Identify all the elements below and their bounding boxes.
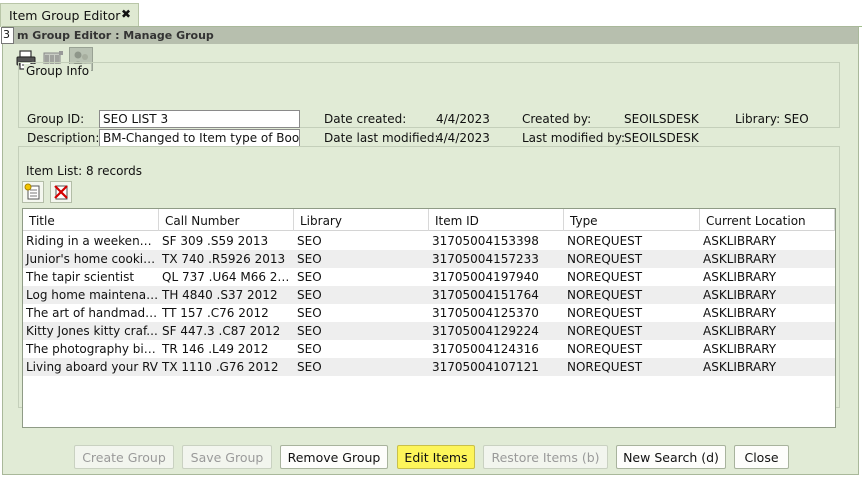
remove-item-button[interactable]: [50, 181, 72, 203]
cell-title: The tapir scientist: [26, 270, 135, 284]
description-field[interactable]: BM-Changed to Item type of Book: [99, 129, 300, 147]
remove-group-button[interactable]: Remove Group: [280, 445, 388, 469]
cell-item-id: 31705004124316: [432, 342, 539, 356]
cell-title: Junior's home cookin...: [26, 252, 159, 266]
restore-items-button[interactable]: Restore Items (b): [483, 445, 608, 469]
titlebar-badge: 3: [1, 27, 14, 44]
item-table: Title Call Number Library Item ID Type C…: [22, 208, 836, 428]
cell-library: SEO: [297, 342, 322, 356]
cell-call-number: SF 447.3 .C87 2012: [162, 324, 281, 338]
created-by-label: Created by:: [522, 112, 592, 126]
cell-library: SEO: [297, 270, 322, 284]
cell-library: SEO: [297, 234, 322, 248]
save-group-button[interactable]: Save Group: [182, 445, 272, 469]
cell-current-location: ASKLIBRARY: [703, 342, 777, 356]
date-created-value: 4/4/2023: [436, 112, 490, 126]
cell-type: NOREQUEST: [567, 252, 643, 266]
cell-call-number: SF 309 .S59 2013: [162, 234, 269, 248]
column-header-call-number[interactable]: Call Number: [159, 209, 294, 231]
edit-items-button[interactable]: Edit Items: [397, 445, 475, 469]
item-list-legend: Item List: 8 records: [24, 164, 144, 178]
cell-item-id: 31705004153398: [432, 234, 539, 248]
cell-call-number: QL 737 .U64 M66 2013: [162, 270, 294, 284]
cell-item-id: 31705004125370: [432, 306, 539, 320]
cell-type: NOREQUEST: [567, 324, 643, 338]
cell-title: Kitty Jones kitty craf...: [26, 324, 158, 338]
cell-call-number: TX 740 .R5926 2013: [162, 252, 286, 266]
cell-type: NOREQUEST: [567, 306, 643, 320]
group-id-label: Group ID:: [27, 112, 85, 126]
tab-bar: Item Group Editor ✖: [0, 0, 862, 27]
cell-title: The photography bib...: [26, 342, 159, 356]
column-header-type[interactable]: Type: [564, 209, 700, 231]
window-titlebar: 3 m Group Editor : Manage Group: [1, 27, 858, 44]
column-header-item-id[interactable]: Item ID: [429, 209, 564, 231]
cell-item-id: 31705004151764: [432, 288, 539, 302]
description-label: Description:: [27, 131, 100, 145]
cell-current-location: ASKLIBRARY: [703, 360, 777, 374]
date-modified-label: Date last modified:: [324, 131, 439, 145]
modified-by-value: SEOILSDESK: [624, 131, 699, 145]
cell-call-number: TR 146 .L49 2012: [162, 342, 269, 356]
column-header-library[interactable]: Library: [294, 209, 429, 231]
date-created-label: Date created:: [324, 112, 407, 126]
tab-title: Item Group Editor: [9, 8, 121, 23]
modified-by-label: Last modified by:: [522, 131, 626, 145]
cell-library: SEO: [297, 306, 322, 320]
cell-current-location: ASKLIBRARY: [703, 306, 777, 320]
create-group-button[interactable]: Create Group: [74, 445, 174, 469]
new-search-button[interactable]: New Search (d): [616, 445, 726, 469]
cell-type: NOREQUEST: [567, 270, 643, 284]
created-by-value: SEOILSDESK: [624, 112, 699, 126]
table-row[interactable]: Riding in a weekend ... SF 309 .S59 2013 S…: [23, 232, 835, 250]
cell-library: SEO: [297, 324, 322, 338]
group-info-legend: Group Info: [24, 64, 92, 78]
cell-type: NOREQUEST: [567, 360, 643, 374]
library-label: Library:: [735, 112, 781, 126]
cell-call-number: TH 4840 .S37 2012: [162, 288, 278, 302]
cell-call-number: TT 157 .C76 2012: [162, 306, 269, 320]
column-header-title[interactable]: Title: [23, 209, 159, 231]
table-row[interactable]: Junior's home cookin... TX 740 .R5926 201…: [23, 250, 835, 268]
cell-title: Riding in a weekend ...: [26, 234, 159, 248]
table-header: Title Call Number Library Item ID Type C…: [23, 209, 835, 231]
cell-title: The art of handmade...: [26, 306, 159, 320]
date-modified-value: 4/4/2023: [436, 131, 490, 145]
cell-current-location: ASKLIBRARY: [703, 288, 777, 302]
tab-item-group-editor[interactable]: Item Group Editor ✖: [0, 3, 139, 27]
cell-library: SEO: [297, 252, 322, 266]
cell-item-id: 31705004107121: [432, 360, 539, 374]
cell-current-location: ASKLIBRARY: [703, 324, 777, 338]
cell-item-id: 31705004129224: [432, 324, 539, 338]
cell-type: NOREQUEST: [567, 288, 643, 302]
table-row[interactable]: Living aboard your RV TX 1110 .G76 2012 SE…: [23, 358, 835, 376]
group-id-field[interactable]: SEO LIST 3: [99, 110, 300, 128]
close-button[interactable]: Close: [734, 445, 789, 469]
cell-library: SEO: [297, 360, 322, 374]
table-row[interactable]: The photography bib... TR 146 .L49 2012 SE…: [23, 340, 835, 358]
cell-item-id: 31705004157233: [432, 252, 539, 266]
table-row[interactable]: The art of handmade... TT 157 .C76 2012 SE…: [23, 304, 835, 322]
library-value: SEO: [784, 112, 809, 126]
add-item-button[interactable]: [22, 181, 44, 203]
table-row[interactable]: The tapir scientist QL 737 .U64 M66 2013 S…: [23, 268, 835, 286]
remove-item-icon: [54, 185, 68, 200]
cell-item-id: 31705004197940: [432, 270, 539, 284]
cell-call-number: TX 1110 .G76 2012: [162, 360, 279, 374]
cell-current-location: ASKLIBRARY: [703, 270, 777, 284]
cell-current-location: ASKLIBRARY: [703, 234, 777, 248]
table-row[interactable]: Log home maintenan... TH 4840 .S37 2012 SE…: [23, 286, 835, 304]
cell-type: NOREQUEST: [567, 342, 643, 356]
cell-title: Living aboard your RV: [26, 360, 158, 374]
column-header-current-location[interactable]: Current Location: [700, 209, 835, 231]
table-row[interactable]: Kitty Jones kitty craf... SF 447.3 .C87 2…: [23, 322, 835, 340]
cell-library: SEO: [297, 288, 322, 302]
close-icon[interactable]: ✖: [121, 7, 131, 21]
cell-type: NOREQUEST: [567, 234, 643, 248]
cell-current-location: ASKLIBRARY: [703, 252, 777, 266]
cell-title: Log home maintenan...: [26, 288, 159, 302]
window-title: m Group Editor : Manage Group: [17, 29, 214, 42]
add-item-icon: [24, 183, 40, 200]
